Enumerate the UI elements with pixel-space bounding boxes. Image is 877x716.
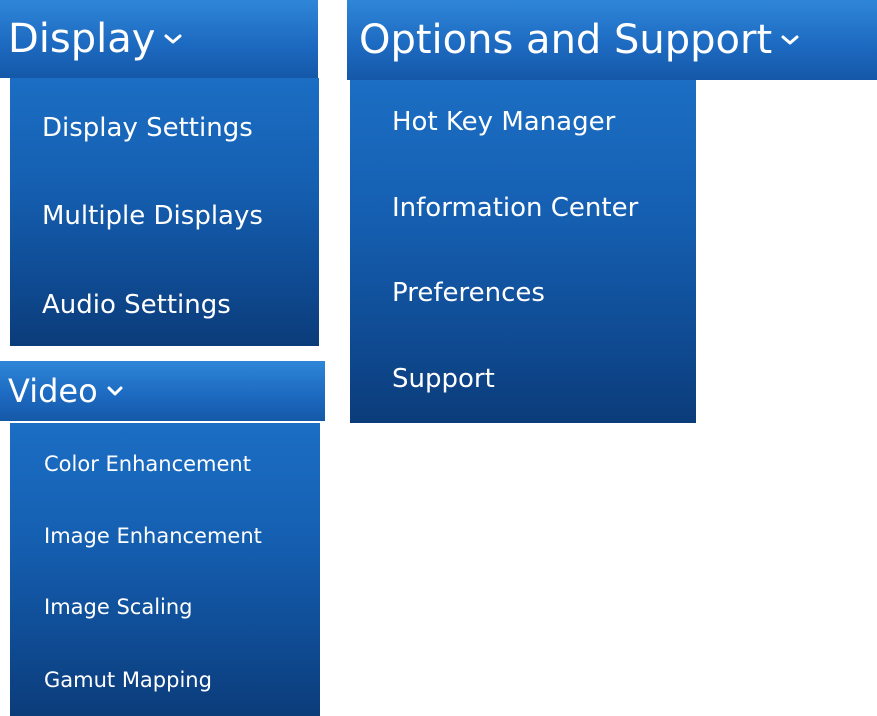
display-menu-header[interactable]: Display [0, 0, 318, 78]
menu-item-preferences[interactable]: Preferences [350, 263, 696, 323]
options-support-menu-title: Options and Support [359, 17, 773, 63]
video-menu-header[interactable]: Video [0, 361, 325, 421]
menu-item-display-settings[interactable]: Display Settings [10, 98, 319, 158]
menu-item-color-enhancement[interactable]: Color Enhancement [10, 439, 320, 489]
menu-item-gamut-mapping[interactable]: Gamut Mapping [10, 655, 320, 705]
chevron-down-icon [163, 32, 183, 46]
display-menu-title: Display [8, 16, 156, 62]
menu-item-support[interactable]: Support [350, 349, 696, 409]
menu-item-hot-key-manager[interactable]: Hot Key Manager [350, 92, 696, 152]
menu-item-information-center[interactable]: Information Center [350, 178, 696, 238]
options-support-menu-header[interactable]: Options and Support [347, 0, 877, 80]
video-menu-title: Video [8, 372, 98, 410]
menu-item-image-enhancement[interactable]: Image Enhancement [10, 511, 320, 561]
menu-item-image-scaling[interactable]: Image Scaling [10, 582, 320, 632]
menu-item-audio-settings[interactable]: Audio Settings [10, 275, 319, 335]
chevron-down-icon [106, 385, 124, 397]
display-menu-panel: Display Settings Multiple Displays Audio… [10, 78, 319, 346]
menu-item-multiple-displays[interactable]: Multiple Displays [10, 186, 319, 246]
chevron-down-icon [780, 33, 800, 47]
video-menu-panel: Color Enhancement Image Enhancement Imag… [10, 423, 320, 716]
options-support-menu-panel: Hot Key Manager Information Center Prefe… [350, 80, 696, 423]
